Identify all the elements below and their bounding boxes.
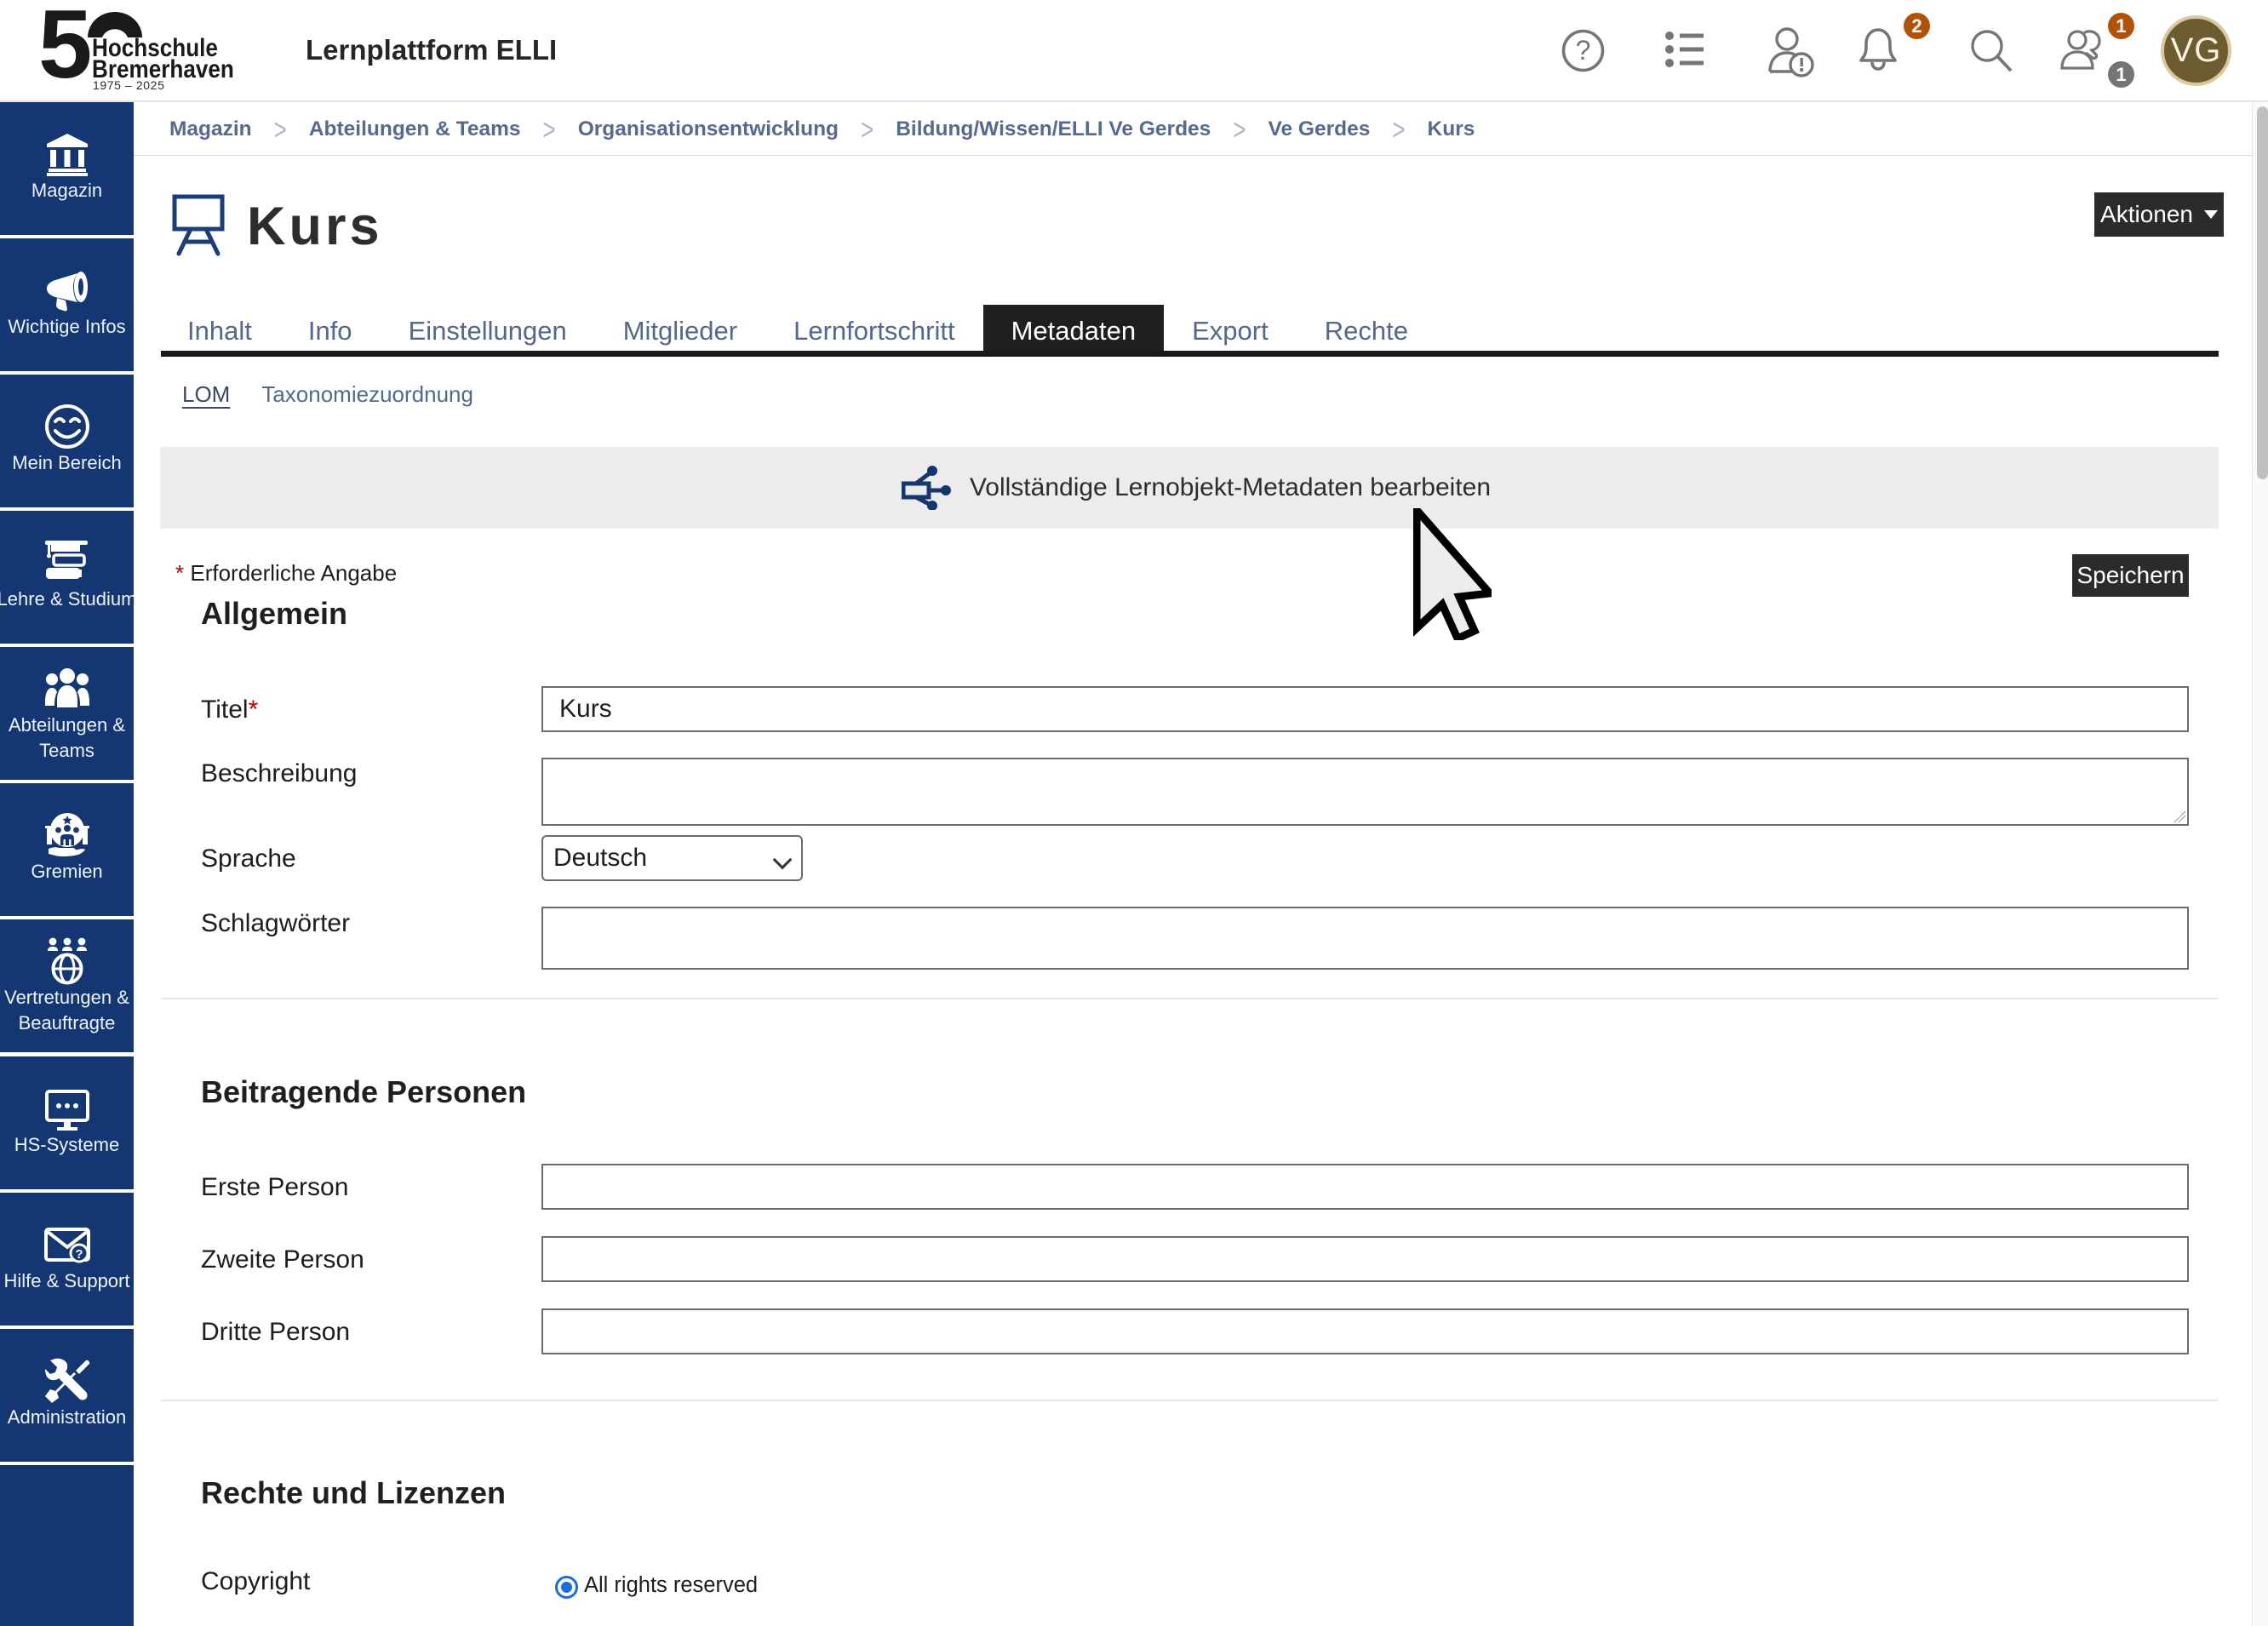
svg-text:?: ? bbox=[75, 1247, 83, 1262]
svg-text:?: ? bbox=[1576, 35, 1591, 66]
